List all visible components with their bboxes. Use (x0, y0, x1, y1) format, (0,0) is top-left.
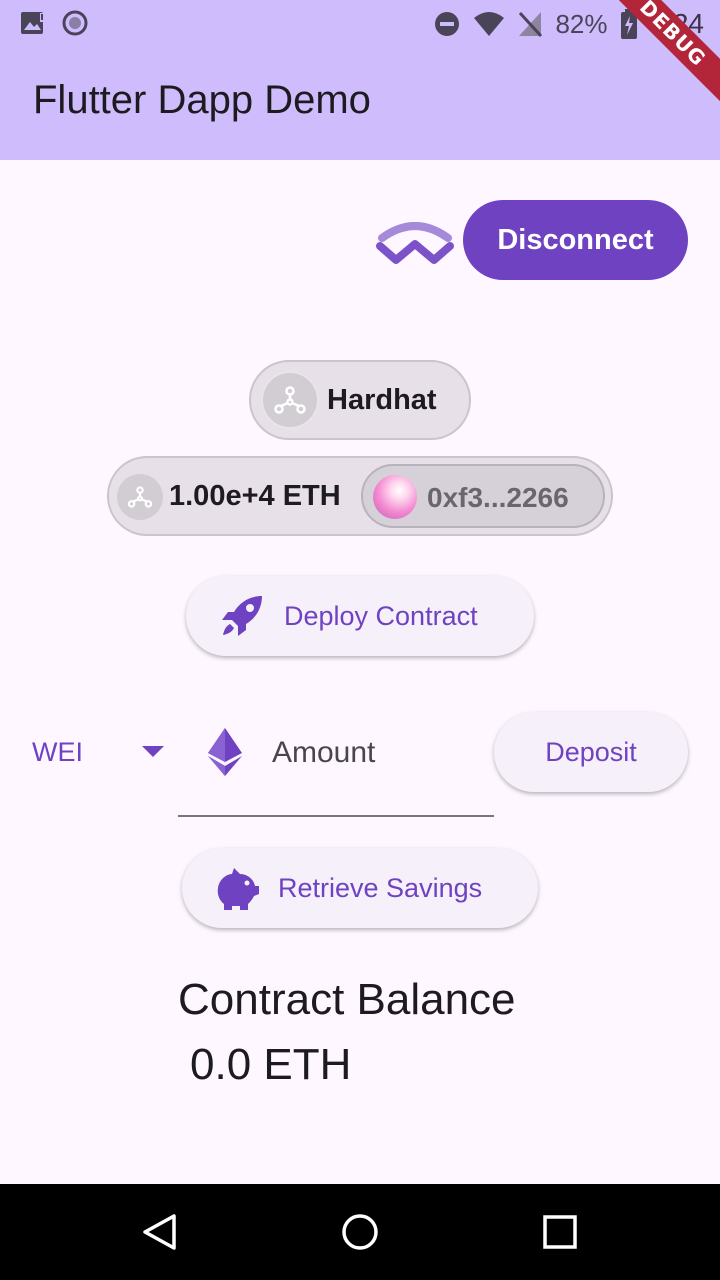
walletconnect-icon (376, 222, 454, 264)
deposit-button[interactable]: Deposit (494, 712, 688, 792)
deploy-contract-label: Deploy Contract (284, 600, 478, 631)
battery-percent: 82% (555, 8, 608, 39)
home-icon[interactable] (340, 1212, 380, 1252)
account-balance: 1.00e+4 ETH (169, 480, 341, 512)
ethereum-icon (208, 728, 242, 776)
page-title: Flutter Dapp Demo (33, 78, 371, 122)
account-address: 0xf3...2266 (427, 482, 569, 513)
hardhat-network-icon (261, 371, 319, 429)
recents-icon[interactable] (540, 1212, 580, 1252)
wifi-icon (474, 12, 505, 36)
network-name: Hardhat (327, 383, 437, 416)
contract-balance-title: Contract Balance (178, 975, 516, 1024)
network-small-icon (117, 474, 163, 520)
network-chip[interactable]: Hardhat (249, 360, 471, 440)
do-not-disturb-icon (435, 12, 460, 36)
status-bar: 82% 8:24 (0, 0, 720, 48)
retrieve-savings-label: Retrieve Savings (278, 872, 483, 903)
no-signal-icon (519, 11, 543, 38)
contract-balance-value: 0.0 ETH (190, 1040, 352, 1089)
deploy-contract-button[interactable]: Deploy Contract (186, 576, 534, 656)
system-navigation-bar (0, 1184, 720, 1280)
dropdown-arrow-icon[interactable] (142, 746, 164, 757)
retrieve-savings-button[interactable]: Retrieve Savings (182, 848, 538, 928)
back-icon[interactable] (140, 1212, 180, 1252)
rocket-icon (222, 596, 262, 636)
account-avatar (373, 475, 417, 519)
record-notification-icon (62, 10, 88, 36)
piggy-bank-icon (217, 868, 259, 910)
amount-input[interactable] (272, 732, 482, 774)
account-chip: 1.00e+4 ETH 0xf3...2266 (107, 456, 613, 536)
disconnect-button[interactable]: Disconnect (463, 200, 688, 280)
gallery-notification-icon (21, 12, 44, 34)
unit-dropdown-value[interactable]: WEI (32, 737, 83, 768)
amount-input-underline (178, 815, 494, 817)
address-chip[interactable]: 0xf3...2266 (361, 464, 605, 528)
